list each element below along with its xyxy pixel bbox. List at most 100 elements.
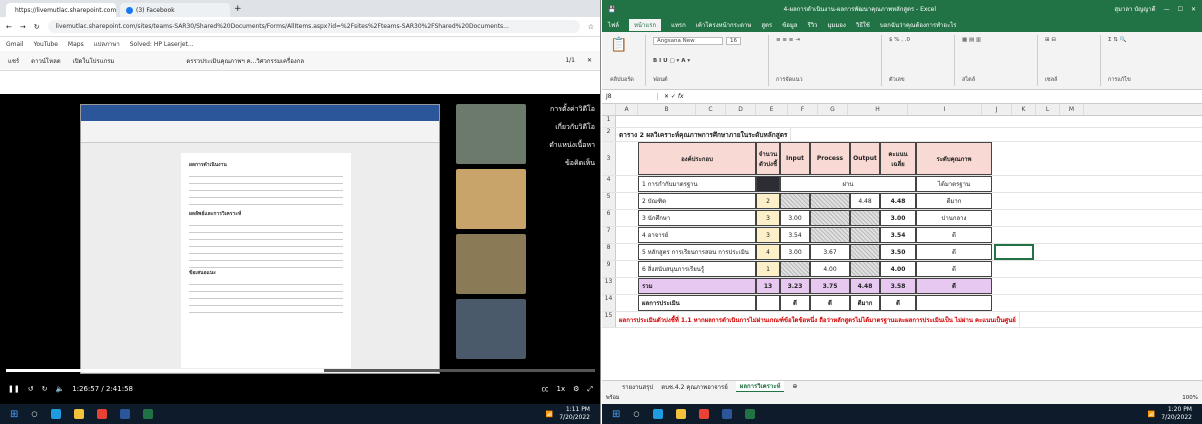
- ribbon-tab[interactable]: สูตร: [761, 20, 772, 30]
- ribbon-tab[interactable]: ไฟล์: [608, 20, 619, 30]
- video-progress-bar[interactable]: [6, 369, 595, 372]
- edge-icon[interactable]: [652, 409, 663, 419]
- ribbon-tab[interactable]: มุมมอง: [827, 20, 845, 30]
- menu-comments[interactable]: ข้อคิดเห็น: [515, 154, 595, 172]
- maximize-icon[interactable]: ☐: [1178, 6, 1183, 13]
- bookmark-maps[interactable]: Maps: [68, 41, 84, 48]
- column-header[interactable]: E: [756, 104, 788, 115]
- word-icon[interactable]: [721, 409, 732, 419]
- ribbon-tab[interactable]: รีวิว: [807, 20, 817, 30]
- windows-start-icon[interactable]: ⊞: [10, 409, 18, 420]
- chrome-icon[interactable]: [698, 409, 709, 419]
- row-number[interactable]: 14: [602, 295, 616, 311]
- download-button[interactable]: ดาวน์โหลด: [31, 56, 61, 66]
- tab-facebook[interactable]: (3) Facebook: [120, 3, 230, 17]
- network-icon[interactable]: 📶: [546, 411, 553, 418]
- font-format-icons[interactable]: B I U ▢ ▾ A ▾: [653, 58, 764, 64]
- column-header[interactable]: B: [638, 104, 696, 115]
- ribbon-tab[interactable]: แทรก: [671, 20, 686, 30]
- paste-icon[interactable]: 📋: [610, 37, 641, 53]
- tab-sharepoint[interactable]: https://livemutlac.sharepoint.com: [6, 3, 116, 17]
- sum-icon[interactable]: Σ ⇅ 🔍: [1108, 37, 1190, 43]
- styles-icon[interactable]: ▦ ▤ ▥: [962, 37, 1033, 43]
- column-header[interactable]: F: [788, 104, 818, 115]
- reload-icon[interactable]: ↻: [34, 23, 40, 31]
- excel-icon[interactable]: [142, 409, 153, 419]
- column-header[interactable]: J: [982, 104, 1012, 115]
- volume-icon[interactable]: 🔈: [55, 385, 64, 393]
- forward-icon[interactable]: ↻: [42, 385, 48, 393]
- column-header[interactable]: M: [1060, 104, 1084, 115]
- sheet-tab[interactable]: ผลการวิเคราะห์: [735, 380, 785, 393]
- zoom-level[interactable]: 100%: [1182, 395, 1198, 401]
- menu-about-video[interactable]: เกี่ยวกับวิดีโอ: [515, 118, 595, 136]
- fullscreen-icon[interactable]: ⤢: [587, 385, 593, 394]
- add-sheet-icon[interactable]: ⊕: [792, 383, 797, 390]
- rewind-icon[interactable]: ↺: [28, 385, 34, 393]
- minimize-icon[interactable]: —: [1164, 6, 1170, 13]
- close-icon[interactable]: ✕: [1191, 6, 1196, 13]
- cells-icon[interactable]: ⊞ ⊟: [1045, 37, 1096, 43]
- url-field[interactable]: livemutlac.sharepoint.com/sites/teams-SA…: [47, 20, 580, 33]
- file-explorer-icon[interactable]: [73, 409, 84, 419]
- close-icon[interactable]: ✕: [587, 57, 592, 64]
- save-icon[interactable]: 💾: [608, 6, 615, 13]
- menu-video-settings[interactable]: การตั้งค่าวิดีโอ: [515, 100, 595, 118]
- column-header[interactable]: I: [908, 104, 982, 115]
- column-header[interactable]: G: [818, 104, 848, 115]
- column-header[interactable]: C: [696, 104, 726, 115]
- bookmark-gmail[interactable]: Gmail: [6, 41, 24, 48]
- column-header[interactable]: K: [1012, 104, 1036, 115]
- star-icon[interactable]: ☆: [588, 23, 594, 31]
- row-number[interactable]: 4: [602, 176, 616, 192]
- align-icons[interactable]: ≡ ≡ ≡ ⇥: [776, 37, 877, 43]
- new-tab-icon[interactable]: +: [234, 4, 242, 14]
- excel-icon[interactable]: [744, 409, 755, 419]
- word-icon[interactable]: [119, 409, 130, 419]
- number-format-icons[interactable]: $ % , .0: [889, 37, 950, 43]
- menu-content-position[interactable]: ตำแหน่งเนื้อหา: [515, 136, 595, 154]
- captions-icon[interactable]: ㏄: [542, 384, 549, 394]
- ribbon-tab[interactable]: เค้าโครงหน้ากระดาษ: [696, 20, 752, 30]
- search-icon[interactable]: ○: [633, 410, 639, 418]
- sheet-tab[interactable]: ตบช.4.2 คุณภาพอาจารย์: [661, 382, 728, 392]
- ribbon-tab[interactable]: ข้อมูล: [782, 20, 797, 30]
- font-select[interactable]: Angsana New: [653, 37, 723, 45]
- chrome-icon[interactable]: [96, 409, 107, 419]
- row-number[interactable]: 8: [602, 244, 616, 260]
- row-number[interactable]: 9: [602, 261, 616, 277]
- column-header[interactable]: H: [848, 104, 908, 115]
- windows-start-icon[interactable]: ⊞: [612, 409, 620, 420]
- row-number[interactable]: 6: [602, 210, 616, 226]
- column-header[interactable]: A: [616, 104, 638, 115]
- share-button[interactable]: แชร์: [8, 56, 19, 66]
- name-box[interactable]: J8: [602, 93, 658, 100]
- ribbon-tab[interactable]: วิธีใช้: [856, 20, 870, 30]
- back-icon[interactable]: ←: [6, 23, 12, 31]
- settings-icon[interactable]: ⚙: [573, 385, 579, 393]
- spreadsheet-grid[interactable]: ABCDEFGHIJKLM 1 2 ตาราง 2 ผลวิเคราะห์คุณ…: [602, 104, 1202, 380]
- bookmark-translate[interactable]: แปลภาษา: [94, 39, 120, 49]
- sheet-tab[interactable]: รายงานสรุป: [622, 382, 653, 392]
- ribbon-tab[interactable]: บอกฉันว่าคุณต้องการทำอะไร: [880, 20, 957, 30]
- search-icon[interactable]: ○: [31, 410, 37, 418]
- bookmark-hp[interactable]: Solved: HP Laserjet...: [130, 41, 194, 48]
- playback-speed[interactable]: 1x: [557, 385, 566, 393]
- corner-cell[interactable]: [602, 104, 616, 115]
- column-header[interactable]: L: [1036, 104, 1060, 115]
- row-number[interactable]: 5: [602, 193, 616, 209]
- selected-cell-J8[interactable]: [994, 244, 1034, 260]
- open-button[interactable]: เปิดในโปรแกรม: [73, 56, 115, 66]
- video-player[interactable]: ผลการดำเนินงาน ผลลัพธ์และการวิเคราะห์ ข้…: [0, 94, 600, 404]
- pause-icon[interactable]: ❚❚: [8, 385, 20, 393]
- file-explorer-icon[interactable]: [675, 409, 686, 419]
- ribbon-tab[interactable]: หน้าแรก: [628, 19, 662, 31]
- column-header[interactable]: D: [726, 104, 756, 115]
- font-size-select[interactable]: 16: [726, 37, 741, 45]
- network-icon[interactable]: 📶: [1148, 411, 1155, 418]
- formula-input[interactable]: [690, 90, 1202, 103]
- bookmark-youtube[interactable]: YouTube: [34, 41, 58, 48]
- edge-icon[interactable]: [50, 409, 61, 419]
- row-number[interactable]: 7: [602, 227, 616, 243]
- row-number[interactable]: 13: [602, 278, 616, 294]
